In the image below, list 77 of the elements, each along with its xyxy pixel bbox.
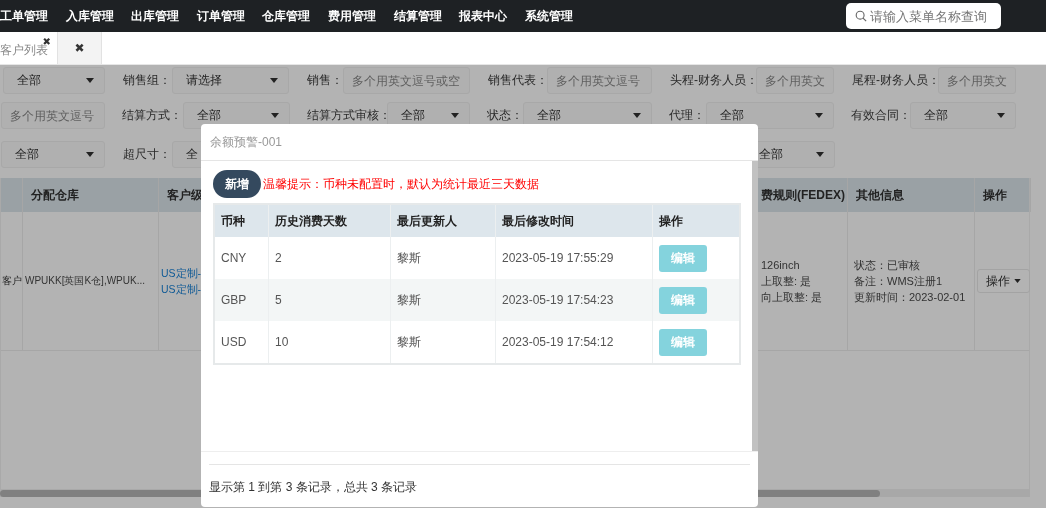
actions-dropdown-button[interactable]: 操作 [976, 269, 1030, 293]
nav-menu-item[interactable]: 仓库管理 [262, 7, 328, 25]
field-label: 销售代表： [487, 72, 547, 89]
add-button[interactable]: 新增 [213, 170, 261, 198]
nav-menu-item[interactable]: 费用管理 [327, 7, 394, 25]
caret-icon [815, 113, 823, 118]
table-cell: 10 [269, 321, 391, 363]
caret-icon [271, 113, 279, 118]
table-header-cell-text: 操作 [658, 212, 684, 230]
field-label: 结算方式： [121, 107, 183, 124]
nav-menu-item[interactable]: 报表中心 [459, 7, 525, 25]
select-dropdown[interactable]: 全部 [3, 67, 105, 94]
field-label: 有效合同： [850, 107, 910, 124]
nav-menu-item[interactable]: 系统管理 [524, 7, 591, 25]
search-icon [855, 10, 867, 22]
input-field[interactable]: 多个用英文逗号 [1, 102, 105, 129]
caret-icon [816, 152, 824, 157]
nav-menu-item[interactable]: 工单管理 [0, 7, 66, 25]
input-field[interactable]: 多个用英文逗号 [547, 67, 652, 94]
cell-text: 状态：已审核 [854, 258, 921, 273]
nav-menu-item[interactable]: 结算管理 [393, 7, 460, 25]
field-label: 结算方式审核： [306, 107, 387, 124]
vertical-scrollbar[interactable] [752, 161, 758, 451]
caret-icon [270, 78, 278, 83]
field-label: 状态： [486, 107, 523, 124]
caret-icon [451, 113, 459, 118]
table-cell: USD [215, 321, 269, 363]
search-field[interactable]: 请输入菜单名称查询 [846, 3, 1001, 29]
close-icon[interactable]: ✖ [74, 41, 85, 55]
caret-icon [86, 152, 94, 157]
select-dropdown[interactable]: 全部 [910, 102, 1016, 129]
caret-icon [633, 113, 641, 118]
cell-text: 上取整: 是 [761, 274, 813, 289]
nav-menu-item[interactable]: 订单管理 [196, 7, 263, 25]
select-dropdown[interactable]: 请选择 [172, 67, 289, 94]
table-header-cell: 币种 [215, 205, 269, 237]
field-label: 超尺寸： [122, 146, 172, 163]
field-label: 尾程-财务人员： [851, 72, 938, 89]
select-dropdown[interactable]: 全部 [1, 141, 105, 168]
table-cell: 2023-05-19 17:54:23 [496, 279, 653, 321]
table-cell: 5 [269, 279, 391, 321]
table-cell: 客户 [1, 212, 23, 350]
field-label: 头程-财务人员： [669, 72, 756, 89]
cell-text: 126inch [761, 258, 801, 273]
cell-text: 备注：WMS注册1 [854, 274, 943, 289]
table-cell: WPUKK[英国K仓],WPUK... [23, 212, 159, 350]
select-dropdown[interactable]: 全部 [706, 102, 834, 129]
table-header-cell: 分配仓库 [23, 178, 159, 212]
table-header-cell: 操作 [975, 178, 1031, 212]
table-cell: GBP [215, 279, 269, 321]
caret-icon [997, 113, 1005, 118]
caret-icon [1013, 279, 1021, 283]
table-header-cell: 其他信息 [848, 178, 975, 212]
level-link[interactable]: US定制- [161, 281, 202, 297]
hint-text: 温馨提示：币种未配置时，默认为统计最近三天数据 [263, 175, 539, 193]
field-label: 销售： [306, 72, 343, 89]
dialog-title: 余额预警-001 [201, 124, 758, 161]
tab[interactable]: ✖ [58, 32, 102, 64]
table-header-cell: 历史消费天数 [269, 205, 391, 237]
table-header-cell: 最后更新人 [391, 205, 496, 237]
table-header-cell: 最后修改时间 [496, 205, 653, 237]
level-link[interactable]: US定制- [161, 265, 202, 281]
field-label: 销售组： [122, 72, 172, 89]
input-field[interactable]: 多个用英文逗号或空 [343, 67, 470, 94]
input-field[interactable]: 多个用英文 [938, 67, 1016, 94]
nav-menu-item[interactable]: 入库管理 [65, 7, 132, 25]
caret-icon [86, 78, 94, 83]
nav-menu-item[interactable]: 出库管理 [131, 7, 197, 25]
field-label: 代理： [668, 107, 706, 124]
cell-text: 向上取整: 是 [761, 290, 824, 305]
input-field[interactable]: 多个用英文 [756, 67, 834, 94]
pagination-info: 显示第 1 到第 3 条记录，总共 3 条记录 [209, 464, 750, 496]
cell-text: 更新时间：2023-02-01 [854, 290, 967, 305]
table-cell: 黎斯 [391, 279, 496, 321]
table-cell: 2023-05-19 17:54:12 [496, 321, 653, 363]
table-cell: 黎斯 [391, 321, 496, 363]
tab[interactable]: 客户列表✖ [0, 32, 58, 64]
